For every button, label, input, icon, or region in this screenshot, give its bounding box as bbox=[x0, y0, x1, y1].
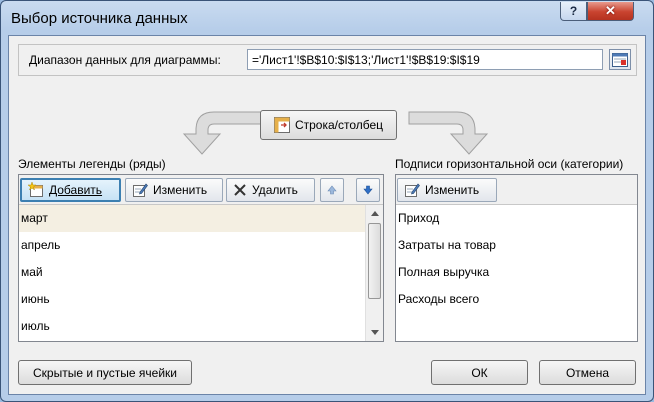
axis-toolbar: Изменить bbox=[396, 175, 637, 205]
dialog-body: Диапазон данных для диаграммы: ='Лист1'!… bbox=[8, 35, 646, 395]
title-bar: Выбор источника данных ? ✕ bbox=[1, 1, 653, 35]
add-series-label: Добавить bbox=[49, 183, 103, 197]
ok-button[interactable]: ОК bbox=[431, 360, 528, 385]
edit-icon bbox=[405, 183, 420, 197]
scroll-down-button[interactable] bbox=[366, 324, 383, 341]
delete-series-button[interactable]: Удалить bbox=[226, 178, 315, 202]
switch-row-column-icon bbox=[273, 117, 290, 133]
axis-list[interactable]: Приход Затраты на товар Полная выручка Р… bbox=[396, 205, 637, 341]
axis-section-title: Подписи горизонтальной оси (категории) bbox=[395, 157, 624, 171]
list-item[interactable]: Расходы всего bbox=[396, 286, 634, 313]
list-item[interactable]: Приход bbox=[396, 205, 634, 232]
legend-section-title: Элементы легенды (ряды) bbox=[18, 157, 166, 171]
range-collapse-icon bbox=[612, 52, 628, 67]
window-title: Выбор источника данных bbox=[11, 10, 188, 27]
scroll-up-button[interactable] bbox=[366, 205, 383, 222]
edit-series-label: Изменить bbox=[153, 183, 208, 197]
list-item[interactable]: Полная выручка bbox=[396, 259, 634, 286]
move-up-button[interactable] bbox=[320, 178, 344, 202]
hidden-empty-cells-button[interactable]: Скрытые и пустые ячейки bbox=[18, 360, 192, 385]
add-series-icon bbox=[28, 182, 43, 197]
dialog-window: Выбор источника данных ? ✕ Диапазон данн… bbox=[0, 0, 654, 402]
list-item[interactable]: май bbox=[19, 259, 366, 286]
help-button[interactable]: ? bbox=[560, 2, 587, 21]
switch-row-column-label: Строка/столбец bbox=[294, 118, 384, 132]
axis-panel: Изменить Приход Затраты на товар Полная … bbox=[395, 174, 638, 342]
cancel-button[interactable]: Отмена bbox=[539, 360, 636, 385]
edit-series-button[interactable]: Изменить bbox=[125, 178, 223, 202]
legend-panel: Добавить Изменить Удалить март апрель ма… bbox=[18, 174, 384, 342]
legend-toolbar: Добавить Изменить Удалить bbox=[19, 175, 383, 205]
add-series-button[interactable]: Добавить bbox=[20, 178, 121, 202]
legend-list[interactable]: март апрель май июнь июль bbox=[19, 205, 383, 341]
move-up-icon bbox=[327, 185, 337, 195]
scroll-down-icon bbox=[370, 330, 379, 335]
close-button[interactable]: ✕ bbox=[587, 2, 634, 21]
list-item[interactable]: июль bbox=[19, 313, 366, 340]
curved-arrow-right-icon bbox=[408, 111, 489, 155]
delete-series-label: Удалить bbox=[252, 183, 298, 197]
legend-scrollbar[interactable] bbox=[365, 205, 383, 341]
list-item[interactable]: Затраты на товар bbox=[396, 232, 634, 259]
edit-axis-button[interactable]: Изменить bbox=[397, 178, 497, 202]
data-range-group: Диапазон данных для диаграммы: ='Лист1'!… bbox=[18, 44, 637, 76]
range-collapse-button[interactable] bbox=[609, 49, 631, 70]
switch-row-column-button[interactable]: Строка/столбец bbox=[260, 110, 397, 140]
edit-icon bbox=[133, 183, 148, 197]
scroll-up-icon bbox=[370, 211, 379, 216]
list-item[interactable]: июнь bbox=[19, 286, 366, 313]
data-range-label: Диапазон данных для диаграммы: bbox=[29, 53, 221, 67]
delete-x-icon bbox=[234, 184, 246, 196]
list-item[interactable]: март bbox=[19, 205, 366, 232]
list-item[interactable]: апрель bbox=[19, 232, 366, 259]
curved-arrow-left-icon bbox=[182, 111, 263, 155]
move-down-button[interactable] bbox=[356, 178, 380, 202]
data-range-input[interactable]: ='Лист1'!$B$10:$I$13;'Лист1'!$B$19:$I$19 bbox=[247, 49, 603, 70]
move-down-icon bbox=[363, 185, 373, 195]
scroll-thumb[interactable] bbox=[368, 223, 381, 299]
edit-axis-label: Изменить bbox=[425, 183, 480, 197]
